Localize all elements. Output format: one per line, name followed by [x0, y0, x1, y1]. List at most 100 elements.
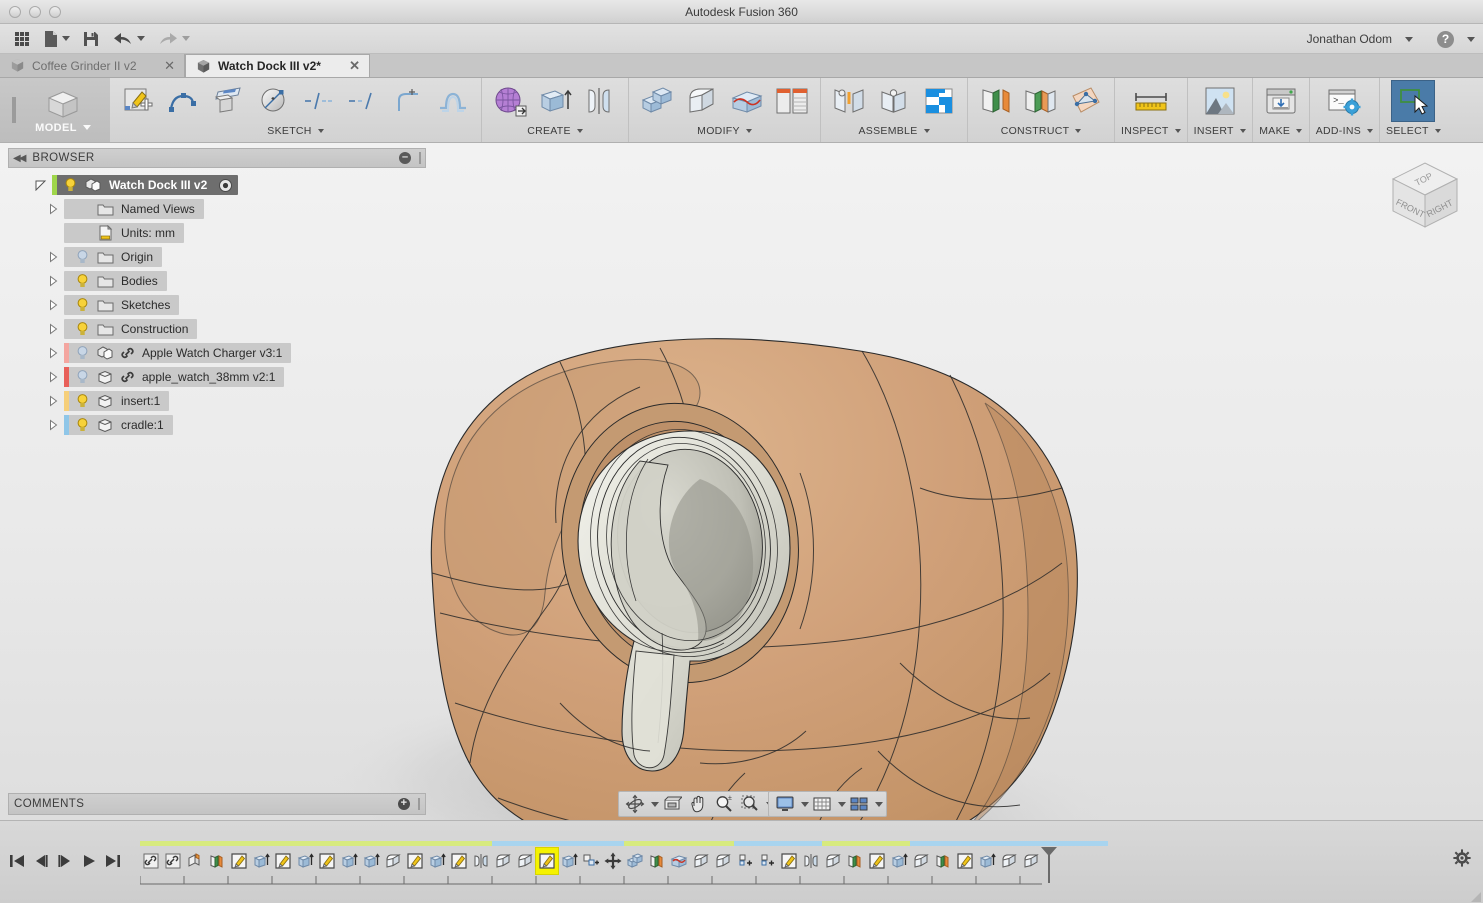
- lightbulb-icon[interactable]: [75, 273, 90, 289]
- tree-item[interactable]: insert:1: [8, 389, 426, 413]
- timeline-node[interactable]: [448, 848, 470, 874]
- tree-expander[interactable]: [42, 419, 64, 431]
- tree-expander[interactable]: [42, 275, 64, 287]
- timeline-node[interactable]: [360, 848, 382, 874]
- offset-plane-button[interactable]: [974, 80, 1018, 122]
- timeline-node[interactable]: [404, 848, 426, 874]
- chevron-down-icon[interactable]: [576, 129, 583, 133]
- tree-expander[interactable]: [30, 179, 52, 191]
- visibility-toggle[interactable]: [74, 416, 91, 434]
- fillet-sketch-button[interactable]: [386, 80, 430, 122]
- motion-study-button[interactable]: [917, 80, 961, 122]
- timeline-node[interactable]: [514, 848, 536, 874]
- tree-item[interactable]: Named Views: [8, 197, 426, 221]
- window-resize-grip[interactable]: [1470, 890, 1482, 902]
- timeline-node[interactable]: [316, 848, 338, 874]
- joint-button[interactable]: [827, 80, 871, 122]
- timeline-node[interactable]: [800, 848, 822, 874]
- expand-triangle-icon[interactable]: [47, 347, 59, 359]
- combine-button[interactable]: [635, 80, 679, 122]
- go-to-end-button[interactable]: [102, 849, 124, 873]
- file-menu-button[interactable]: [38, 26, 75, 52]
- timeline-node[interactable]: [206, 848, 228, 874]
- timeline-settings-button[interactable]: [1453, 849, 1471, 872]
- tree-item[interactable]: Origin: [8, 245, 426, 269]
- dimension-button[interactable]: [296, 80, 340, 122]
- chevron-down-icon[interactable]: [1434, 129, 1441, 133]
- panel-grip[interactable]: [419, 152, 421, 164]
- save-button[interactable]: [77, 26, 105, 52]
- double-left-arrow-icon[interactable]: ◀◀: [13, 153, 26, 164]
- step-forward-button[interactable]: [54, 849, 76, 873]
- visibility-toggle[interactable]: [74, 296, 91, 314]
- lightbulb-icon[interactable]: [75, 321, 90, 337]
- chevron-down-icon[interactable]: [1405, 36, 1413, 42]
- tree-expander[interactable]: [42, 371, 64, 383]
- model-canvas[interactable]: ◀◀ BROWSER – Watch Dock III v2 Named View…: [0, 143, 1483, 820]
- offset-button[interactable]: [431, 80, 475, 122]
- tree-item[interactable]: Apple Watch Charger v3:1: [8, 341, 426, 365]
- expand-triangle-icon[interactable]: [47, 203, 59, 215]
- timeline-node[interactable]: [822, 848, 844, 874]
- tree-expander[interactable]: [42, 251, 64, 263]
- chevron-down-icon[interactable]: [1367, 129, 1374, 133]
- timeline-node[interactable]: [756, 848, 778, 874]
- timeline-playback-controls[interactable]: [6, 849, 124, 873]
- tree-item-chip[interactable]: Named Views: [64, 199, 204, 219]
- chevron-down-icon[interactable]: [745, 129, 752, 133]
- visibility-toggle[interactable]: [74, 392, 91, 410]
- timeline-node[interactable]: [712, 848, 734, 874]
- chevron-down-icon[interactable]: [923, 129, 930, 133]
- view-cube[interactable]: TOP FRONT RIGHT: [1373, 151, 1471, 241]
- look-at-button[interactable]: [659, 792, 685, 816]
- expand-triangle-icon[interactable]: [47, 395, 59, 407]
- timeline-node[interactable]: [690, 848, 712, 874]
- measure-button[interactable]: [1129, 80, 1173, 122]
- tree-item-chip[interactable]: Watch Dock III v2: [52, 175, 239, 195]
- create-form-button[interactable]: [488, 80, 532, 122]
- visibility-toggle[interactable]: [74, 344, 91, 362]
- tree-item[interactable]: Bodies: [8, 269, 426, 293]
- chevron-down-icon[interactable]: [838, 801, 846, 807]
- revolve-button[interactable]: [578, 80, 622, 122]
- lightbulb-icon[interactable]: [75, 393, 90, 409]
- timeline-node[interactable]: [580, 848, 602, 874]
- pan-button[interactable]: [685, 792, 711, 816]
- timeline-node[interactable]: [338, 848, 360, 874]
- close-icon[interactable]: ✕: [349, 58, 360, 74]
- spline-button[interactable]: [161, 80, 205, 122]
- tree-item-chip[interactable]: apple_watch_38mm v2:1: [64, 367, 285, 387]
- display-toolbar[interactable]: [768, 791, 887, 817]
- tree-item-chip[interactable]: Sketches: [64, 295, 180, 315]
- timeline-node[interactable]: [668, 848, 690, 874]
- tree-item[interactable]: Units: mm: [8, 221, 426, 245]
- tree-expander[interactable]: [42, 395, 64, 407]
- select-tool-button[interactable]: [1391, 80, 1436, 122]
- tree-expander[interactable]: [42, 299, 64, 311]
- chevron-down-icon[interactable]: [801, 801, 809, 807]
- navigation-toolbar[interactable]: ±: [618, 791, 778, 817]
- timeline-node[interactable]: [140, 848, 162, 874]
- tree-item-chip[interactable]: Units: mm: [64, 223, 184, 243]
- timeline-node[interactable]: [426, 848, 448, 874]
- visibility-toggle[interactable]: [74, 320, 91, 338]
- extrude-button[interactable]: [533, 80, 577, 122]
- timeline-node[interactable]: [646, 848, 668, 874]
- change-parameters-button[interactable]: [770, 80, 814, 122]
- play-button[interactable]: [78, 849, 100, 873]
- timeline-node[interactable]: [1020, 848, 1042, 874]
- timeline-node[interactable]: [888, 848, 910, 874]
- timeline-node[interactable]: [558, 848, 580, 874]
- chevron-down-icon[interactable]: [82, 125, 91, 130]
- timeline-node[interactable]: [602, 848, 624, 874]
- timeline-bar[interactable]: [0, 820, 1483, 903]
- timeline-feature-nodes[interactable]: [140, 847, 1042, 875]
- orbit-button[interactable]: [622, 792, 648, 816]
- visibility-toggle[interactable]: [62, 176, 79, 194]
- timeline-node[interactable]: [910, 848, 932, 874]
- plane-through-points-button[interactable]: [1064, 80, 1108, 122]
- timeline-node[interactable]: [162, 848, 184, 874]
- tree-item-chip[interactable]: Construction: [64, 319, 198, 339]
- browser-tree[interactable]: Watch Dock III v2 Named Views Units: mm Ori…: [8, 168, 426, 437]
- chevron-down-icon[interactable]: [1075, 129, 1082, 133]
